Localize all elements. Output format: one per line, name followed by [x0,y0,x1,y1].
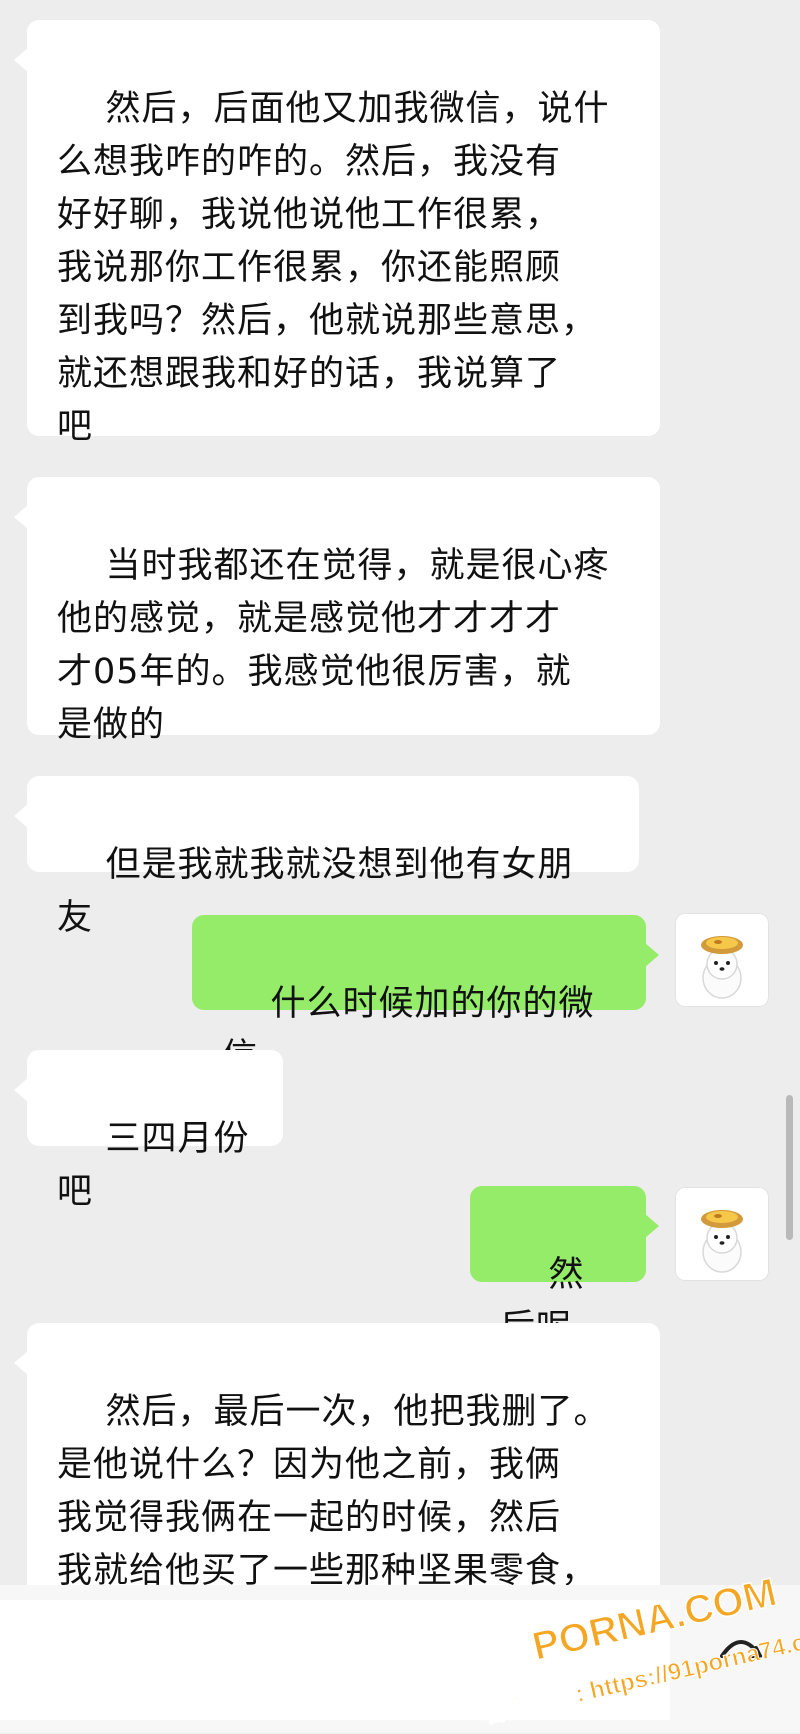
message-input[interactable] [0,1600,670,1720]
message-bubble-incoming[interactable]: 三四月份吧 [14,1050,283,1212]
message-bubble-incoming[interactable]: 然后，后面他又加我微信，说什 么想我咋的咋的。然后，我没有 好好聊，我说他说他工… [14,20,660,447]
dog-with-egg-tart-avatar [701,1210,743,1273]
message-bubble-outgoing[interactable]: 什么时候加的你的微信 [192,915,659,1077]
avatar[interactable] [675,1187,769,1281]
message-text: 三四月份吧 [57,1119,250,1212]
message-bubble-incoming[interactable]: 当时我都还在觉得，就是很心疼 他的感觉，就是感觉他才才才才 才05年的。我感觉他… [14,477,660,745]
message-text: 然后，后面他又加我微信，说什 么想我咋的咋的。然后，我没有 好好聊，我说他说他工… [57,89,610,447]
dog-with-egg-tart-avatar [701,936,743,999]
chat-area[interactable]: 然后，后面他又加我微信，说什 么想我咋的咋的。然后，我没有 好好聊，我说他说他工… [0,0,800,1733]
message-text: 当时我都还在觉得，就是很心疼 他的感觉，就是感觉他才才才才 才05年的。我感觉他… [57,546,610,745]
chevron-icon[interactable] [712,1620,770,1678]
message-bubble-incoming[interactable]: 但是我就我就没想到他有女朋友 [14,776,639,938]
avatar[interactable] [675,913,769,1007]
message-bubble-incoming[interactable]: 然后，最后一次，他把我删了。 是他说什么？因为他之前，我俩 我觉得我俩在一起的时… [14,1323,660,1644]
scrollbar[interactable] [786,1095,793,1240]
message-bubble-outgoing[interactable]: 然后呢 [470,1186,659,1348]
